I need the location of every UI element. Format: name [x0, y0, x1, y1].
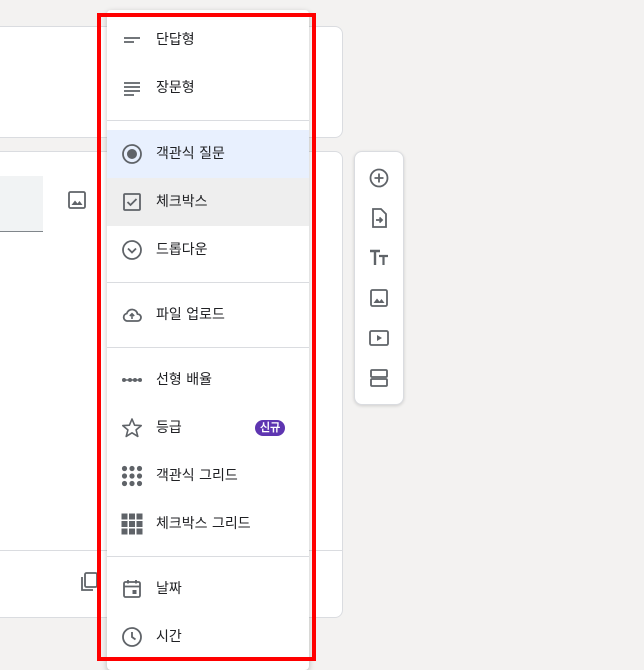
question-title-input[interactable]	[0, 176, 43, 232]
add-section-icon[interactable]	[367, 366, 391, 390]
menu-item-checkbox[interactable]: 체크박스	[107, 178, 309, 226]
menu-item-rating[interactable]: 등급 신규	[107, 404, 309, 452]
checkbox-icon	[120, 190, 144, 214]
menu-item-label: 파일 업로드	[156, 307, 225, 323]
menu-item-date[interactable]: 날짜	[107, 565, 309, 613]
duplicate-icon[interactable]	[77, 570, 101, 594]
new-badge: 신규	[255, 420, 286, 436]
menu-item-label: 객관식 질문	[156, 146, 225, 162]
star-icon	[120, 416, 144, 440]
menu-item-multiple-choice[interactable]: 객관식 질문	[107, 130, 309, 178]
add-image-icon[interactable]	[367, 286, 391, 310]
menu-item-label: 드롭다운	[156, 242, 208, 258]
menu-item-label: 객관식 그리드	[156, 468, 238, 484]
question-type-menu: 단답형 장문형 객관식 질문 체크박스 드롭다운 파일 업로드 선형 배율 등급…	[107, 10, 309, 670]
add-question-icon[interactable]	[367, 166, 391, 190]
radio-button-icon	[120, 142, 144, 166]
menu-divider	[107, 556, 309, 557]
menu-item-label: 장문형	[156, 80, 195, 96]
add-video-icon[interactable]	[367, 326, 391, 350]
paragraph-icon	[120, 76, 144, 100]
menu-item-label: 체크박스	[156, 194, 208, 210]
menu-divider	[107, 347, 309, 348]
add-image-icon[interactable]	[65, 188, 89, 212]
menu-item-paragraph[interactable]: 장문형	[107, 64, 309, 112]
menu-item-checkbox-grid[interactable]: 체크박스 그리드	[107, 500, 309, 548]
menu-item-short-answer[interactable]: 단답형	[107, 16, 309, 64]
menu-item-label: 선형 배율	[156, 372, 212, 388]
square-grid-icon	[120, 512, 144, 536]
menu-item-multiple-choice-grid[interactable]: 객관식 그리드	[107, 452, 309, 500]
menu-divider	[107, 120, 309, 121]
menu-item-label: 체크박스 그리드	[156, 516, 251, 532]
clock-icon	[120, 625, 144, 649]
floating-toolbar	[354, 151, 404, 405]
menu-item-linear-scale[interactable]: 선형 배율	[107, 356, 309, 404]
menu-item-label: 시간	[156, 629, 182, 645]
menu-item-label: 날짜	[156, 581, 182, 597]
menu-item-file-upload[interactable]: 파일 업로드	[107, 291, 309, 339]
import-questions-icon[interactable]	[367, 206, 391, 230]
menu-item-label: 단답형	[156, 32, 195, 48]
menu-item-dropdown[interactable]: 드롭다운	[107, 226, 309, 274]
menu-item-label: 등급	[156, 420, 182, 436]
linear-scale-icon	[120, 368, 144, 392]
cloud-upload-icon	[120, 303, 144, 327]
dropdown-circle-icon	[120, 238, 144, 262]
dot-grid-icon	[120, 464, 144, 488]
add-title-icon[interactable]	[367, 246, 391, 270]
menu-item-time[interactable]: 시간	[107, 613, 309, 661]
calendar-icon	[120, 577, 144, 601]
menu-divider	[107, 282, 309, 283]
short-answer-icon	[120, 28, 144, 52]
